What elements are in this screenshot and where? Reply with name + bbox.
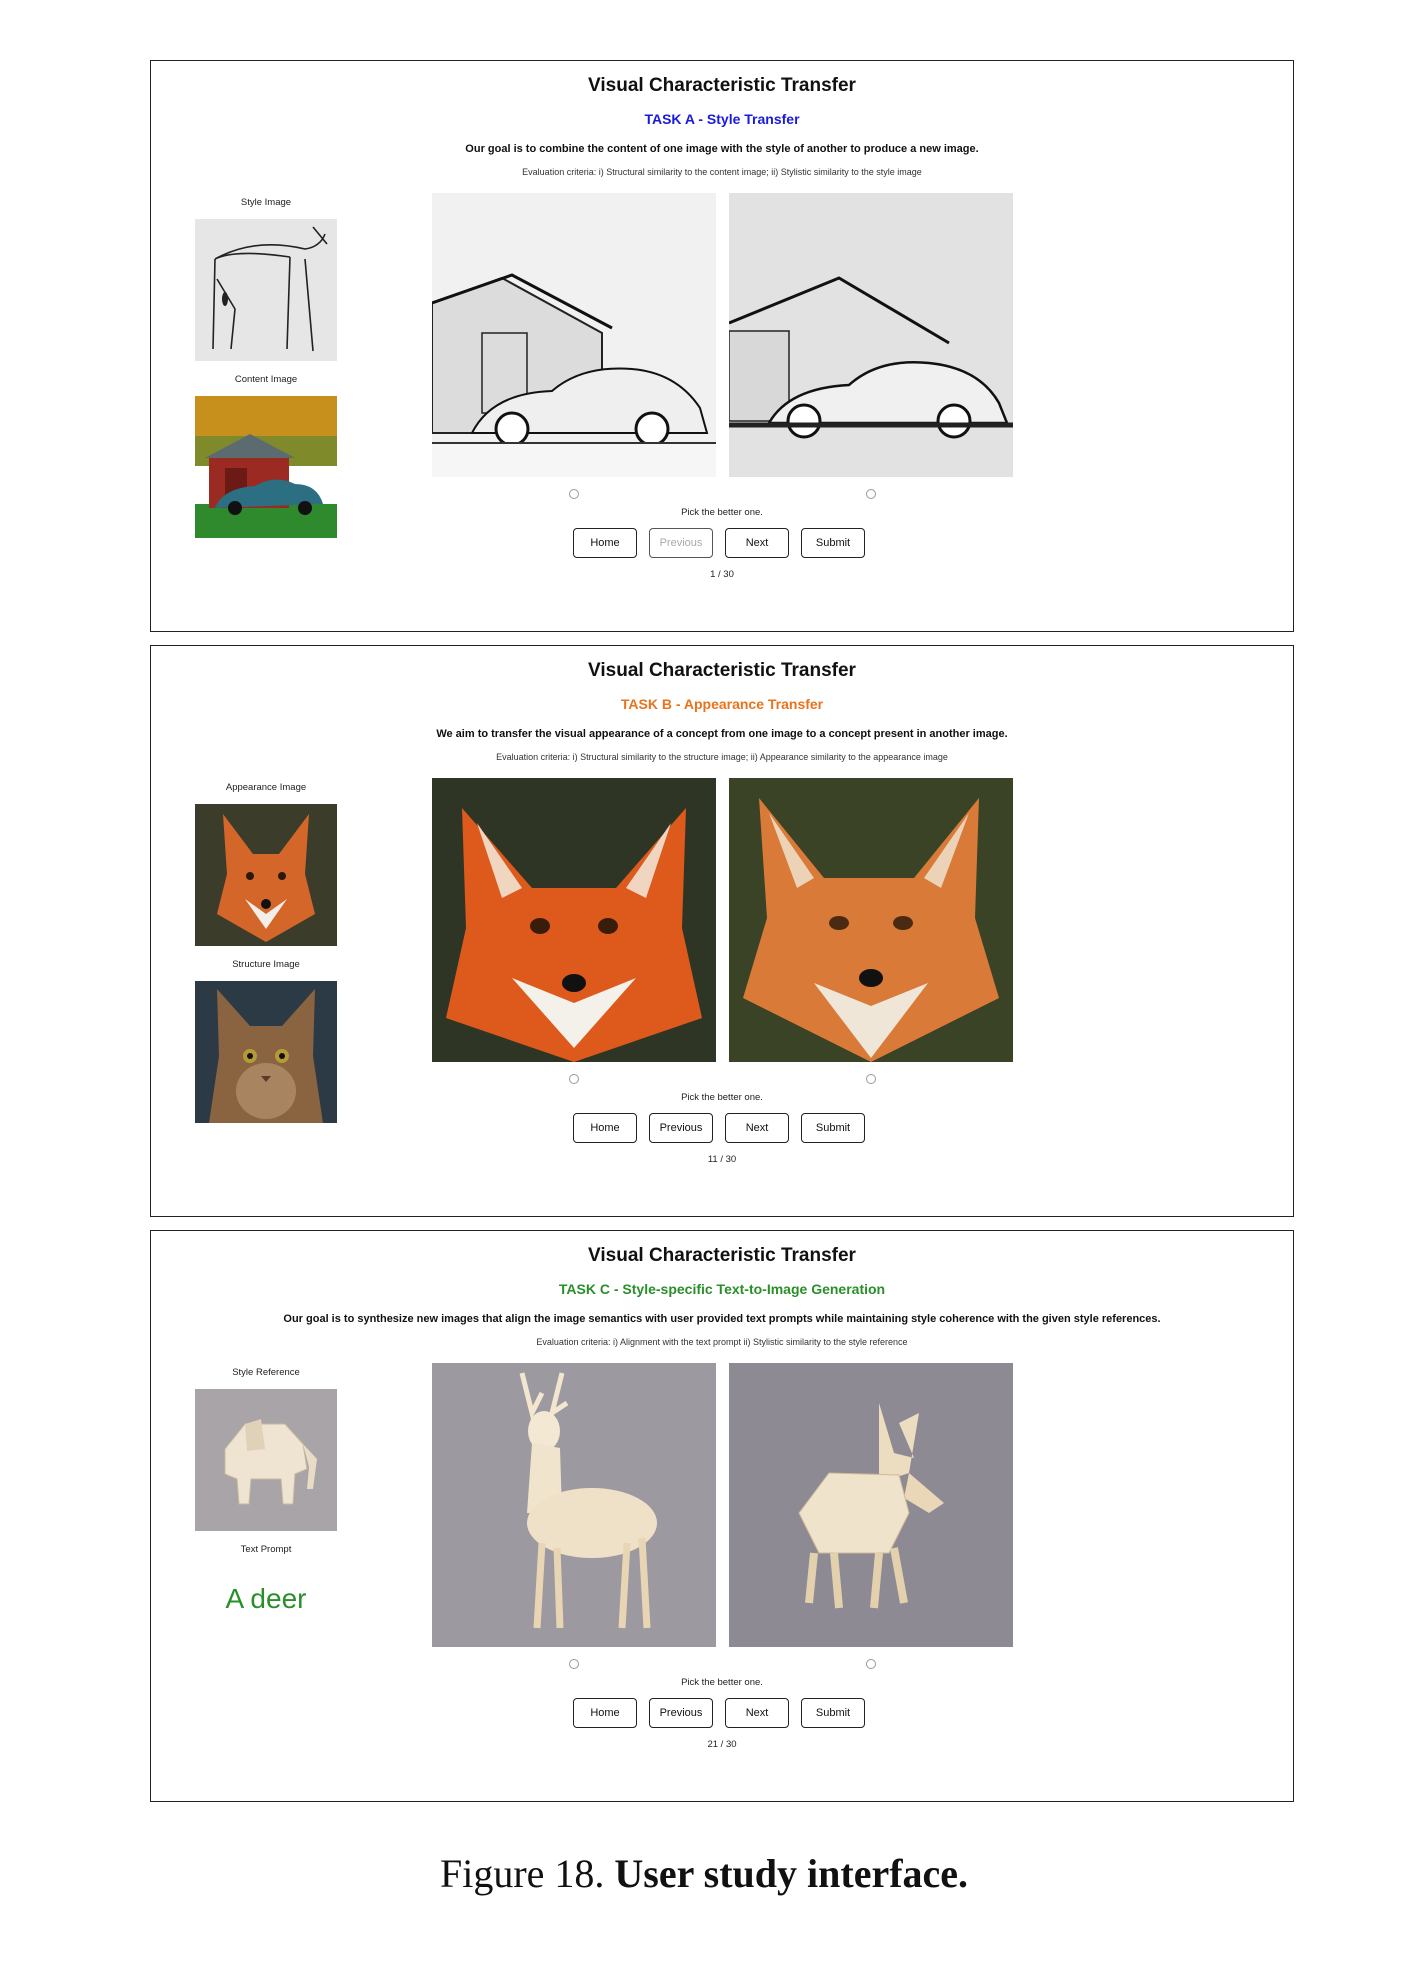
page-counter: 1 / 30 xyxy=(710,569,734,580)
submit-button[interactable]: Submit xyxy=(801,528,865,558)
task-title: TASK C - Style-specific Text-to-Image Ge… xyxy=(558,1281,886,1297)
text-prompt: A deer xyxy=(225,1583,307,1614)
submit-button[interactable]: Submit xyxy=(801,1113,865,1143)
home-button[interactable]: Home xyxy=(573,528,637,558)
task-goal: Our goal is to synthesize new images tha… xyxy=(283,1313,1161,1325)
submit-button[interactable]: Submit xyxy=(801,1698,865,1728)
task-goal: We aim to transfer the visual appearance… xyxy=(436,728,1008,740)
text-prompt-label: Text Prompt xyxy=(240,1544,292,1555)
radio-option-a[interactable] xyxy=(569,1074,579,1084)
page-counter: 21 / 30 xyxy=(707,1739,737,1750)
caption-title: User study interface. xyxy=(614,1851,969,1896)
home-button[interactable]: Home xyxy=(573,1113,637,1143)
candidate-image-a[interactable] xyxy=(432,193,716,477)
panel-task-b: Visual Characteristic Transfer TASK B - … xyxy=(150,645,1294,1217)
radio-option-a[interactable] xyxy=(569,1659,579,1669)
radio-option-b[interactable] xyxy=(866,1659,876,1669)
radio-option-b[interactable] xyxy=(866,1074,876,1084)
next-button[interactable]: Next xyxy=(725,1698,789,1728)
navigation-buttons: Home Previous Next Submit xyxy=(573,1698,865,1728)
pick-instruction: Pick the better one. xyxy=(681,1092,763,1103)
next-button[interactable]: Next xyxy=(725,1113,789,1143)
radio-option-b[interactable] xyxy=(866,489,876,499)
appearance-image xyxy=(195,804,337,946)
panel-task-c: Visual Characteristic Transfer TASK C - … xyxy=(150,1230,1294,1802)
page-counter: 11 / 30 xyxy=(707,1154,737,1165)
task-title: TASK B - Appearance Transfer xyxy=(620,696,824,712)
style-reference-image xyxy=(195,1389,337,1531)
task-goal: Our goal is to combine the content of on… xyxy=(465,143,979,155)
home-button[interactable]: Home xyxy=(573,1698,637,1728)
candidate-image-a[interactable] xyxy=(432,778,716,1062)
appearance-image-label: Appearance Image xyxy=(225,782,307,793)
previous-button[interactable]: Previous xyxy=(649,1698,713,1728)
evaluation-criteria: Evaluation criteria: i) Structural simil… xyxy=(496,752,948,762)
radio-option-a[interactable] xyxy=(569,489,579,499)
candidate-image-b[interactable] xyxy=(729,778,1013,1062)
previous-button[interactable]: Previous xyxy=(649,1113,713,1143)
previous-button[interactable]: Previous xyxy=(649,528,713,558)
app-title: Visual Characteristic Transfer xyxy=(588,1245,856,1266)
evaluation-criteria: Evaluation criteria: i) Structural simil… xyxy=(522,167,922,177)
pick-instruction: Pick the better one. xyxy=(681,507,763,518)
figure-caption: Figure 18. User study interface. xyxy=(0,1850,1408,1897)
structure-image-label: Structure Image xyxy=(232,959,300,970)
panel-task-a: Visual Characteristic Transfer TASK A - … xyxy=(150,60,1294,632)
pick-instruction: Pick the better one. xyxy=(681,1677,763,1688)
task-title: TASK A - Style Transfer xyxy=(644,111,800,127)
candidate-image-a[interactable] xyxy=(432,1363,716,1647)
caption-prefix: Figure 18. xyxy=(439,1851,605,1896)
app-title: Visual Characteristic Transfer xyxy=(588,660,856,681)
style-image xyxy=(195,219,337,361)
content-image-label: Content Image xyxy=(234,374,298,385)
candidate-image-b[interactable] xyxy=(729,193,1013,477)
style-reference-label: Style Reference xyxy=(232,1367,300,1378)
app-title: Visual Characteristic Transfer xyxy=(588,75,856,96)
style-image-label: Style Image xyxy=(240,197,292,208)
next-button[interactable]: Next xyxy=(725,528,789,558)
navigation-buttons: Home Previous Next Submit xyxy=(573,528,865,558)
navigation-buttons: Home Previous Next Submit xyxy=(573,1113,865,1143)
evaluation-criteria: Evaluation criteria: i) Alignment with t… xyxy=(536,1337,908,1347)
candidate-image-b[interactable] xyxy=(729,1363,1013,1647)
